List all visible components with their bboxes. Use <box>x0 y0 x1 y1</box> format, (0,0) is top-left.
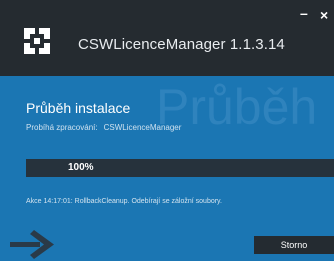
progress-bar: 100% <box>26 159 334 177</box>
page-heading: Průběh instalace <box>26 100 131 116</box>
close-button[interactable]: × <box>320 8 328 22</box>
window-title: CSWLicenceManager 1.1.3.14 <box>78 36 285 53</box>
cancel-button[interactable]: Storno <box>254 236 334 254</box>
status-message: Akce 14:17:01: RollbackCleanup. Odebíraj… <box>26 198 222 205</box>
progress-label: 100% <box>68 162 94 173</box>
app-logo-icon <box>24 28 50 54</box>
installer-window: CSWLicenceManager 1.1.3.14 – × Průběh Pr… <box>0 0 334 261</box>
arrow-right-icon <box>10 230 54 259</box>
processing-value: CSWLicenceManager <box>103 123 182 132</box>
title-bar: CSWLicenceManager 1.1.3.14 – × <box>0 0 334 76</box>
processing-info: Probíhá zpracování: CSWLicenceManager <box>26 123 181 132</box>
minimize-button[interactable]: – <box>300 6 308 20</box>
processing-label: Probíhá zpracování: <box>26 123 98 132</box>
